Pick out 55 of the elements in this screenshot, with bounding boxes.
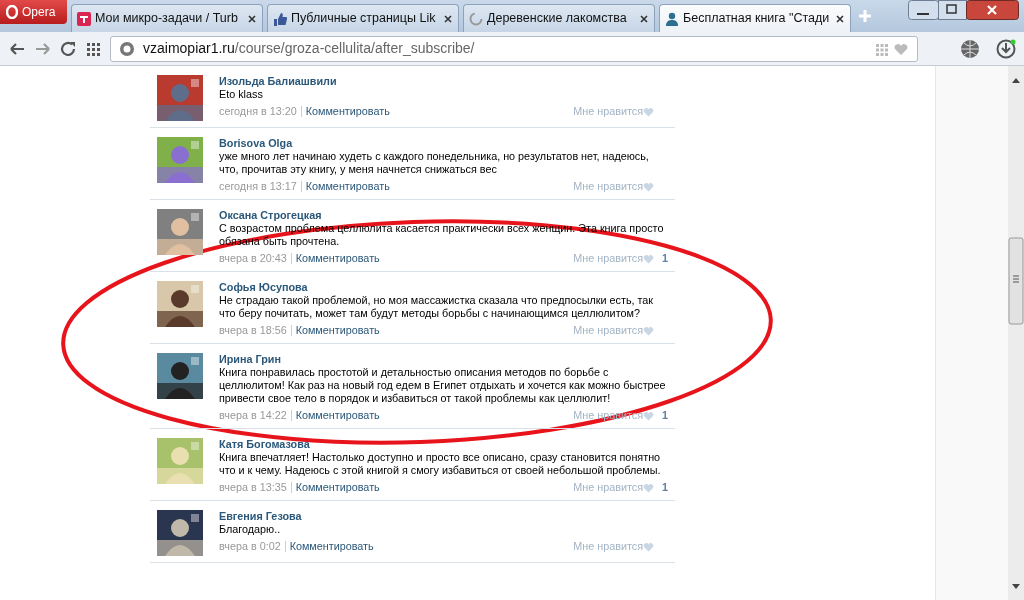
like-count: 1 [661,481,668,494]
like-count: 1 [661,252,668,265]
author-link[interactable]: Оксана Строгецкая [219,209,668,222]
reply-link[interactable]: Комментировать [305,105,390,118]
comment-time: сегодня в 13:17 [219,180,297,193]
comment-text: Книга впечатляет! Настолько доступно и просто все описано, сразу становится понятно что и к чему. Надеюсь с этой книгой я смогу избавиться от своей небольшой проблемы. [219,451,662,477]
globe-icon[interactable] [960,38,980,59]
author-link[interactable]: Евгения Гезова [219,510,668,523]
loading-icon [469,11,483,26]
like-count: 1 [661,409,668,422]
heart-icon[interactable] [643,410,654,421]
back-icon[interactable] [8,40,26,57]
scrollbar[interactable] [1008,66,1024,600]
browser-tab[interactable]: Публичные страницы Lik [267,4,459,32]
window-controls-drawing[interactable] [908,0,1020,20]
author-link[interactable]: Катя Богомазова [219,438,668,451]
comment-text: Не страдаю такой проблемой, но моя массажистка сказала что предпосылки есть, так что беру почитать, может там будут методы борьбы с начинающимся целлюлитом? [219,294,655,320]
logo-icon [77,11,91,26]
close-icon[interactable] [443,13,453,24]
person-icon [665,11,679,26]
close-icon[interactable] [639,13,649,24]
browser-tab[interactable]: Деревенские лакомства [463,4,655,32]
reply-link[interactable]: Комментировать [295,324,380,337]
comment-text: Благодарю.. [219,523,282,536]
author-link[interactable]: Софья Юсупова [219,281,668,294]
forward-icon[interactable] [34,40,52,57]
author-link[interactable]: Borisova Olga [219,137,668,150]
comment-text: Eto klass [219,88,264,101]
browser-tab[interactable]: Бесплатная книга "Стади [659,4,851,32]
comment-time: вчера в 0:02 [219,540,281,553]
reply-link[interactable]: Комментировать [305,180,390,193]
comment-time: вчера в 14:22 [219,409,287,422]
comment-time: сегодня в 13:20 [219,105,297,118]
menu-button[interactable]: Opera [0,0,67,24]
comment-text: уже много лет начинаю худеть с каждого понедельника, но результатов нет, надеюсь, что, прочитав эту книгу, у меня начнется снижаться вес [219,150,650,176]
author-link[interactable]: Изольда Балиашвили [219,75,668,88]
reply-link[interactable]: Комментировать [289,540,374,553]
browser-tab[interactable]: Мои микро-задачи / Turb [71,4,263,32]
reply-link[interactable]: Комментировать [295,252,380,265]
comment-time: вчера в 20:43 [219,252,287,265]
close-icon[interactable] [247,13,257,24]
comment-text: Книга понравилась простотой и детальностью описания методов по борьбе с целлюлитом! Как раз на новый год едем в Египет отдыхать и хочется как можно быстрее привести свое тело в порядок и избавиться от такой проблемы как целлюлит! [219,366,667,405]
author-link[interactable]: Ирина Грин [219,353,668,366]
opera-logo-icon [6,5,18,19]
comment-time: вчера в 18:56 [219,324,287,337]
reply-link[interactable]: Комментировать [295,481,380,494]
reload-icon[interactable] [60,40,78,57]
download-icon[interactable] [996,38,1016,59]
globe-icon [119,40,135,57]
address-field[interactable]: vzaimopiar1.ru/course/groza-cellulita/after_subscribe/ [110,35,918,62]
speed-dial-icon[interactable] [86,40,102,57]
reply-link[interactable]: Комментировать [295,409,380,422]
close-icon[interactable] [835,13,845,24]
thumbs-up-icon [273,11,287,26]
comment-time: вчера в 13:35 [219,481,287,494]
